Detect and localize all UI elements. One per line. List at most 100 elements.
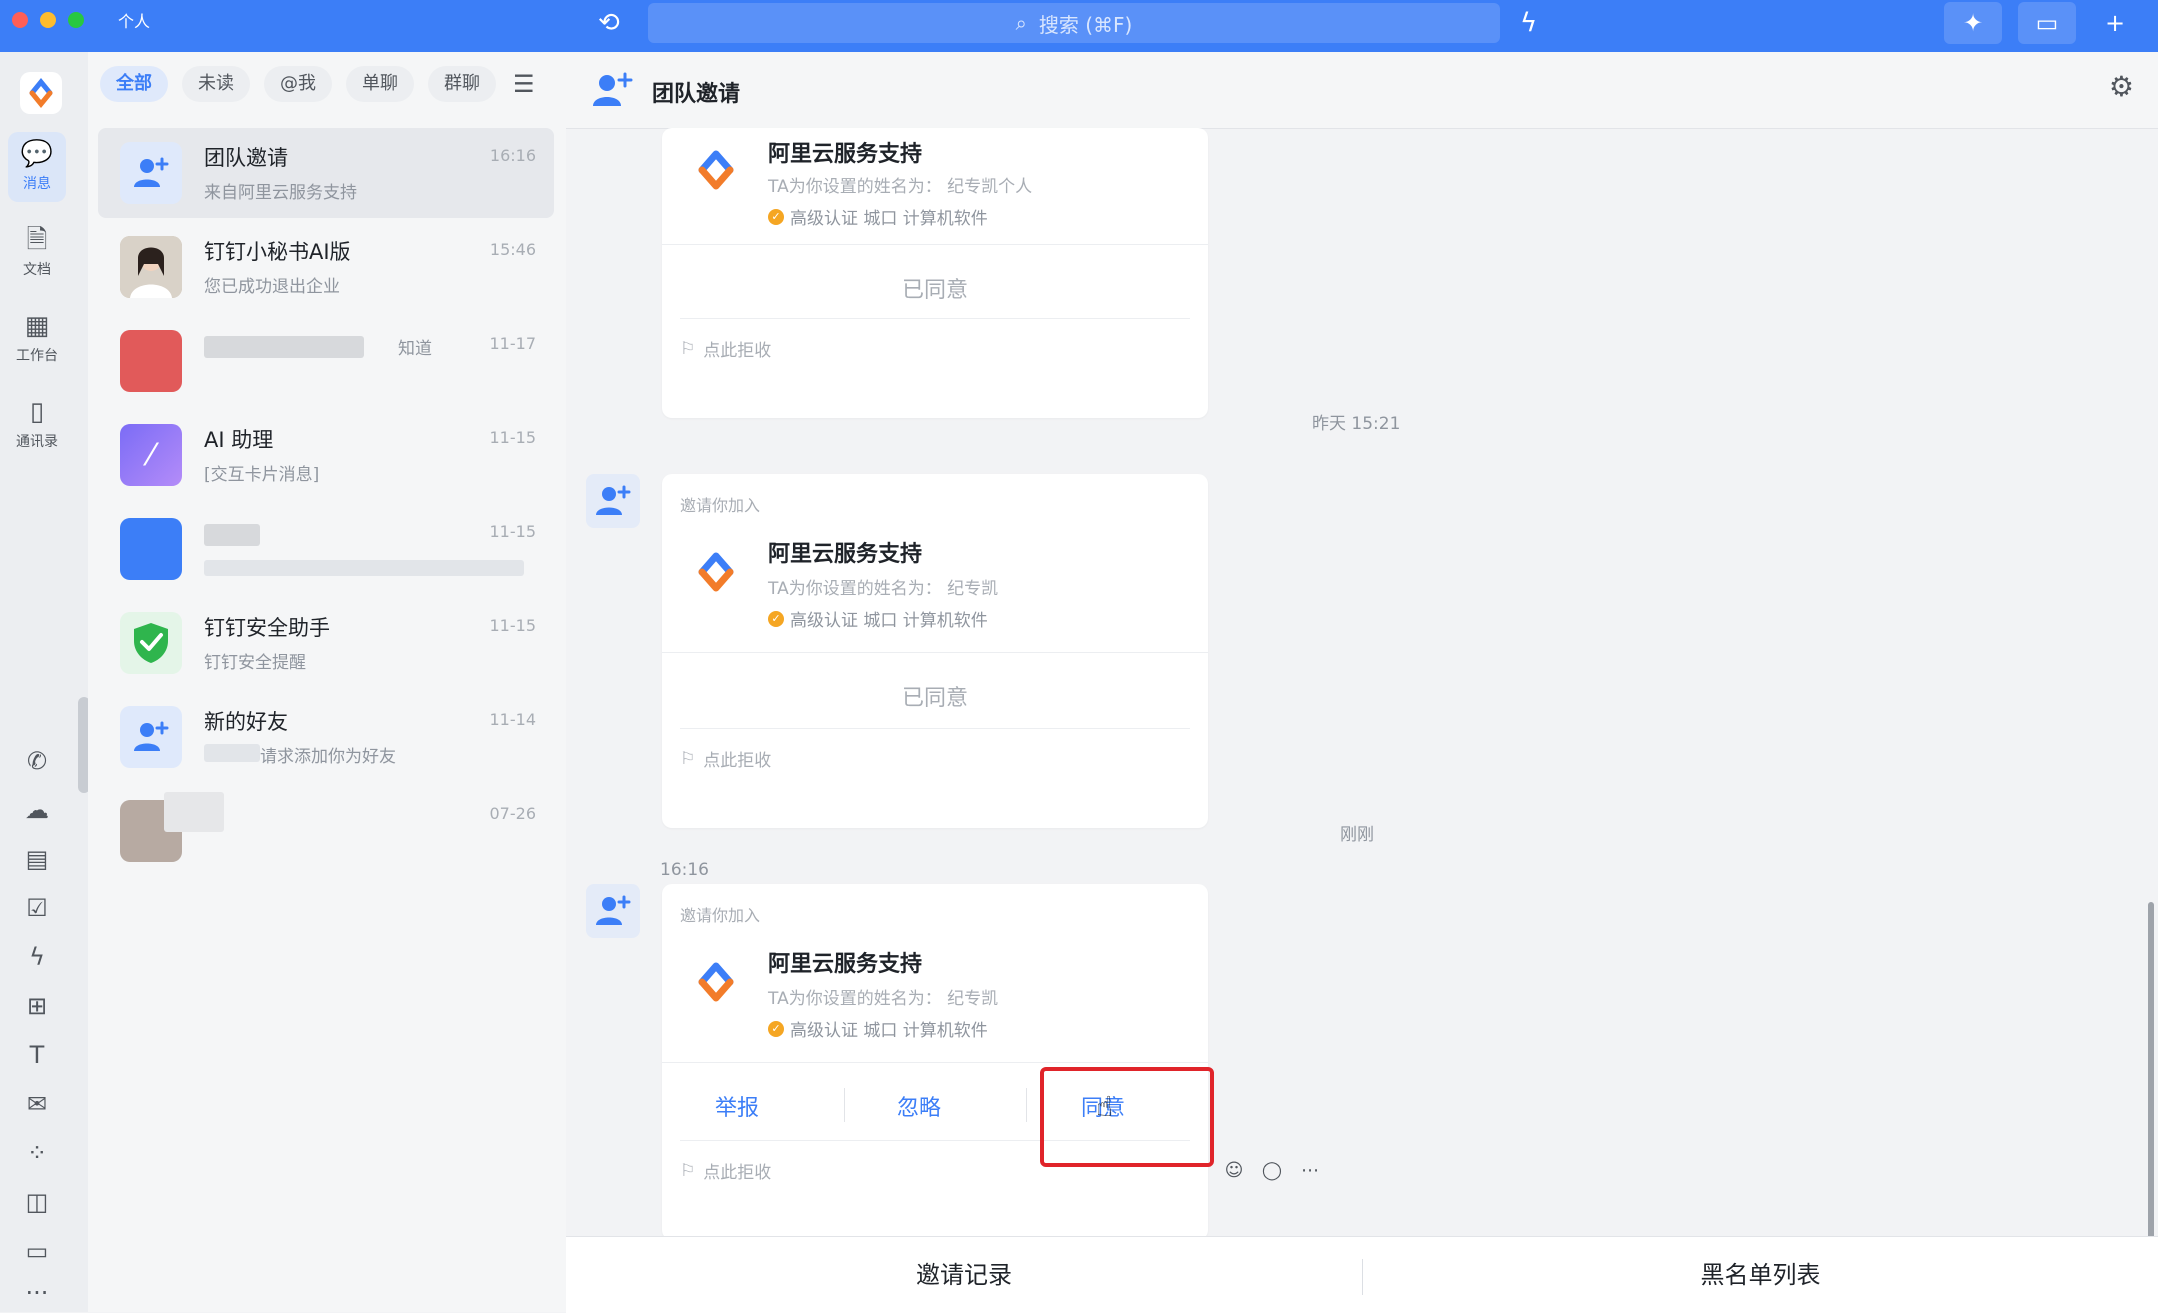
team-invite-avatar	[120, 142, 182, 204]
conversation-blurred-1[interactable]: 知道 11-17	[98, 316, 554, 406]
typography-icon[interactable]: T	[20, 1038, 54, 1072]
conversation-assistant[interactable]: 钉钉小秘书AI版 您已成功退出企业 15:46	[98, 222, 554, 312]
verified-icon: ✓	[768, 208, 784, 225]
aliyun-logo-icon	[698, 962, 734, 1002]
flash-icon[interactable]: ϟ	[1520, 10, 1537, 36]
report-button[interactable]: 举报	[662, 1090, 812, 1122]
conversation-team-invite[interactable]: 团队邀请 来自阿里云服务支持 16:16	[98, 128, 554, 218]
blurred-name	[164, 792, 224, 832]
conversation-blurred-2[interactable]: 11-15	[98, 504, 554, 594]
timestamp-now: 刚刚	[1340, 825, 1374, 845]
gear-icon[interactable]: ⚙	[2109, 70, 2134, 103]
folder-icon[interactable]: ▭	[20, 1234, 54, 1268]
certification: ✓ 高级认证 城口 计算机软件	[768, 606, 988, 631]
blurred-avatar	[120, 330, 182, 392]
conversation-ai-assistant[interactable]: ⁄ AI 助理 [交互卡片消息] 11-15	[98, 410, 554, 500]
team-invite-header-icon	[593, 72, 633, 106]
blurred-preview	[204, 560, 524, 576]
reaction-icon[interactable]: ☺	[1220, 1156, 1248, 1184]
verified-icon: ✓	[768, 1020, 784, 1037]
rail-item-contacts[interactable]: ▯ 通讯录	[8, 390, 66, 460]
person-photo-icon	[120, 236, 182, 298]
org-name: 阿里云服务支持	[768, 952, 923, 977]
chat-title: 团队邀请	[652, 82, 741, 107]
contacts-icon: ▯	[29, 397, 45, 427]
aliyun-logo-icon	[698, 150, 734, 190]
todo-icon[interactable]: ☑	[20, 891, 54, 925]
search-icon: ⌕	[1015, 11, 1027, 35]
user-chip[interactable]: 个人	[118, 14, 150, 30]
list-menu-icon[interactable]: ☰	[513, 70, 535, 98]
filter-groups[interactable]: 群聊	[428, 66, 496, 102]
sender-avatar	[586, 474, 640, 528]
blurred-avatar	[120, 518, 182, 580]
rail-item-messages[interactable]: 💬 消息	[8, 132, 66, 202]
rail-item-docs[interactable]: 🗎 文档	[8, 218, 66, 288]
screen-icon: ▭	[2035, 9, 2059, 37]
add-user-icon	[596, 895, 631, 925]
note-icon[interactable]: ◫	[20, 1185, 54, 1219]
screen-button[interactable]: ▭	[2018, 2, 2076, 44]
more-actions-icon[interactable]: ⋯	[1296, 1156, 1324, 1184]
phone-icon[interactable]: ✆	[20, 744, 54, 778]
search-input[interactable]: ⌕ 搜索 (⌘F)	[648, 3, 1500, 43]
reply-icon[interactable]: ◯	[1258, 1156, 1286, 1184]
conversation-security[interactable]: 钉钉安全助手 钉钉安全提醒 11-15	[98, 598, 554, 688]
maximize-window-button[interactable]	[68, 12, 84, 28]
close-window-button[interactable]	[12, 12, 28, 28]
alias-text: TA为你设置的姓名为： 纪专凯个人	[768, 177, 1033, 197]
filter-all[interactable]: 全部	[100, 66, 168, 102]
ai-wand-icon: ✦	[1962, 9, 1984, 37]
plus-icon: +	[2104, 9, 2126, 37]
add-button[interactable]: +	[2086, 2, 2144, 44]
mail-icon[interactable]: ✉	[20, 1087, 54, 1121]
minimize-window-button[interactable]	[40, 12, 56, 28]
calendar-icon[interactable]: ▤	[20, 842, 54, 876]
invite-label: 邀请你加入	[680, 906, 761, 925]
filter-mentions[interactable]: @我	[264, 66, 332, 102]
conversation-list: 全部 未读 @我 单聊 群聊 ☰ 团队邀请 来自阿里云服务支持 16:16 钉钉…	[88, 52, 567, 1312]
ai-button[interactable]: ✦	[1944, 2, 2002, 44]
cloud-icon[interactable]: ☁	[20, 793, 54, 827]
blacklist-button[interactable]: 黑名单列表	[1363, 1237, 2158, 1313]
security-avatar	[120, 612, 182, 674]
certification: ✓ 高级认证 城口 计算机软件	[768, 1016, 988, 1041]
chat-scrollbar[interactable]	[2148, 902, 2154, 1282]
table-icon[interactable]: ⊞	[20, 989, 54, 1023]
document-icon: 🗎	[26, 225, 48, 255]
verified-icon: ✓	[768, 610, 784, 627]
conversation-new-friends[interactable]: 新的好友 请求添加你为好友 11-14	[98, 692, 554, 782]
ignore-button[interactable]: 忽略	[844, 1090, 994, 1122]
title-bar: 个人 ⟲ ⌕ 搜索 (⌘F) ϟ ✦ ▭ +	[0, 0, 2158, 52]
assistant-avatar	[120, 236, 182, 298]
reject-link[interactable]: ⚐ 点此拒收	[680, 336, 771, 362]
filter-tabs: 全部 未读 @我 单聊 群聊	[100, 66, 496, 102]
ai-assistant-avatar: ⁄	[120, 424, 182, 486]
chat-footer: 邀请记录 黑名单列表	[566, 1236, 2158, 1313]
add-user-icon	[134, 157, 169, 187]
filter-direct[interactable]: 单聊	[346, 66, 414, 102]
hand-cursor-icon: ☝	[1096, 1090, 1114, 1123]
conversation-blurred-3[interactable]: 07-26	[98, 786, 554, 876]
history-icon[interactable]: ⟲	[598, 10, 620, 36]
accept-highlight	[1040, 1067, 1214, 1167]
status-agreed: 已同意	[901, 686, 968, 711]
workbench-icon: ▦	[24, 311, 50, 341]
reject-link[interactable]: ⚐ 点此拒收	[680, 1158, 771, 1184]
rail-item-workbench[interactable]: ▦ 工作台	[8, 304, 66, 374]
certification: ✓ 高级认证 城口 计算机软件	[768, 204, 988, 229]
chat-header: 团队邀请 ⚙	[566, 52, 2158, 129]
more-icon[interactable]: ···	[20, 1276, 54, 1310]
invite-card-2: 邀请你加入 阿里云服务支持 TA为你设置的姓名为： 纪专凯 ✓ 高级认证 城口 计…	[662, 474, 1208, 828]
flag-icon: ⚐	[680, 338, 696, 359]
timestamp-yesterday: 昨天 15:21	[1312, 414, 1401, 434]
dingtalk-logo-icon[interactable]	[20, 72, 62, 114]
apps-icon[interactable]: ⁘	[20, 1136, 54, 1170]
invite-records-button[interactable]: 邀请记录	[566, 1237, 1362, 1313]
lightning-icon[interactable]: ϟ	[20, 940, 54, 974]
magic-wand-icon: ⁄	[148, 437, 154, 473]
filter-unread[interactable]: 未读	[182, 66, 250, 102]
navigation-rail: 💬 消息 🗎 文档 ▦ 工作台 ▯ 通讯录 ✆ ☁ ▤ ☑ ϟ ⊞ T ✉ ⁘ …	[0, 52, 90, 1312]
reject-link[interactable]: ⚐ 点此拒收	[680, 746, 771, 772]
status-agreed: 已同意	[901, 278, 968, 303]
